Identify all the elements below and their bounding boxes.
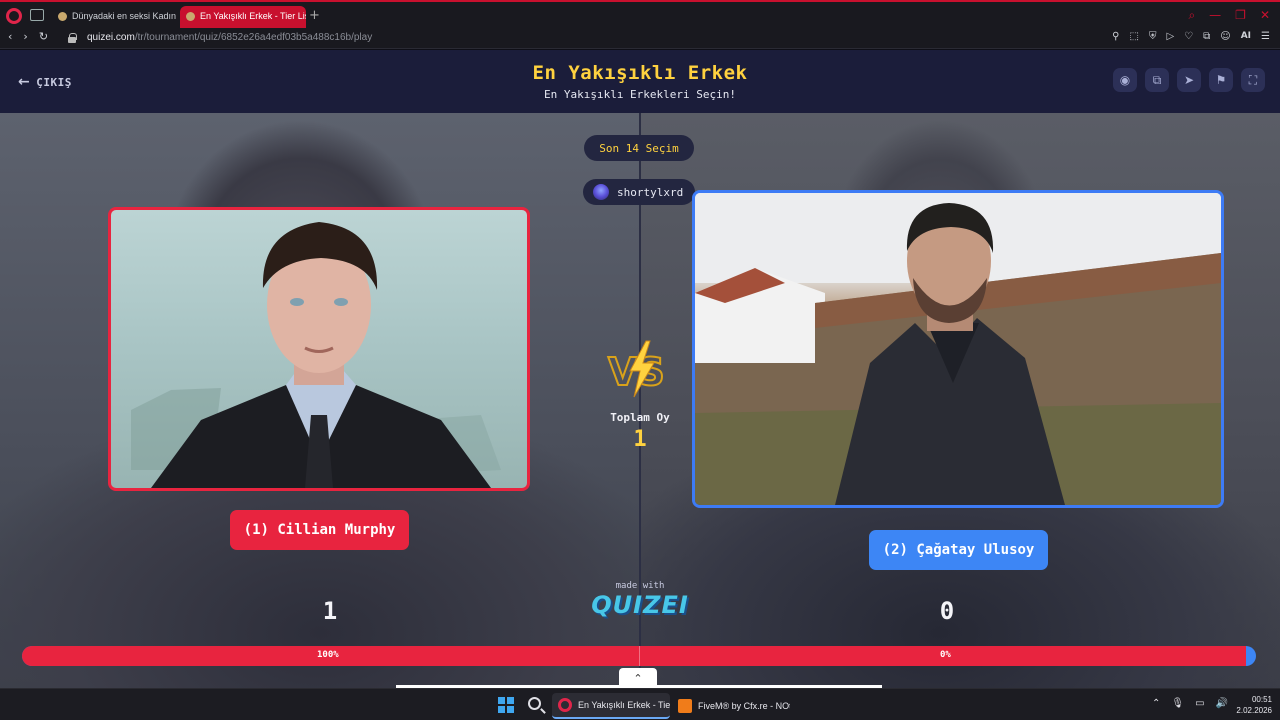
round-badge: Son 14 Seçim bbox=[584, 135, 694, 161]
profile-icon[interactable]: ☺ bbox=[1220, 31, 1230, 42]
made-with-label: made with bbox=[615, 581, 665, 591]
extensions-icon[interactable]: ⧉ bbox=[1203, 31, 1210, 42]
taskbar-app-label: En Yakışıklı Erkek - Tier l bbox=[578, 700, 670, 710]
search-icon[interactable] bbox=[528, 697, 541, 710]
total-votes-label: Toplam Oy bbox=[610, 411, 670, 424]
clock-date: 2.02.2026 bbox=[1236, 706, 1272, 715]
site-header: ← ÇIKIŞ En Yakışıklı Erkek En Yakışıklı … bbox=[0, 50, 1280, 113]
total-votes-value: 1 bbox=[633, 427, 647, 452]
chevron-up-icon[interactable]: ⌃ bbox=[1152, 698, 1160, 709]
right-portrait-graphic bbox=[695, 193, 1221, 505]
tab-favicon-icon bbox=[186, 12, 195, 21]
ai-button[interactable]: AI bbox=[1241, 31, 1251, 42]
opera-icon bbox=[558, 698, 572, 712]
heart-icon[interactable]: ♡ bbox=[1184, 31, 1193, 42]
send-icon[interactable]: ➤ bbox=[1177, 68, 1201, 92]
taskbar: En Yakışıklı Erkek - Tier l FiveM® by Cf… bbox=[0, 688, 1280, 720]
shield-icon[interactable]: ⛨ bbox=[1149, 31, 1157, 42]
lock-icon[interactable] bbox=[68, 33, 77, 43]
system-tray: ⌃ 🎙 ▭ 🔊 bbox=[1152, 698, 1228, 709]
back-icon[interactable]: ‹ bbox=[8, 30, 12, 43]
page-subtitle: En Yakışıklı Erkekleri Seçin! bbox=[543, 88, 737, 101]
eye-icon[interactable]: ◉ bbox=[1113, 68, 1137, 92]
quizei-logo[interactable]: QUIZEI bbox=[0, 591, 1280, 619]
nav-buttons: ‹ › ↻ bbox=[8, 30, 48, 43]
new-tab-button[interactable]: + bbox=[309, 8, 320, 23]
tab-label: En Yakışıklı Erkek - Tier Lis bbox=[200, 11, 306, 21]
windows-start-icon[interactable] bbox=[498, 697, 514, 713]
search-tabs-icon[interactable]: ⌕ bbox=[1188, 8, 1195, 23]
url-field[interactable]: quizei.com/tr/tournament/quiz/6852e26a4e… bbox=[87, 32, 372, 43]
vs-icon: VS bbox=[607, 340, 666, 398]
workspaces-icon[interactable] bbox=[30, 9, 44, 21]
avatar bbox=[593, 184, 609, 200]
progress-midline bbox=[639, 646, 640, 666]
left-percent: 100% bbox=[317, 650, 339, 660]
url-path: /tr/tournament/quiz/6852e26a4edf03b5a488… bbox=[134, 32, 373, 43]
fullscreen-icon[interactable]: ⛶ bbox=[1241, 68, 1265, 92]
extension-icons: ⚲ ⬚ ⛨ ▷ ♡ ⧉ ☺ AI ☰ bbox=[1112, 31, 1270, 42]
reload-icon[interactable]: ↻ bbox=[39, 30, 48, 43]
window-controls: ⌕ — ❐ ✕ bbox=[1188, 8, 1270, 23]
left-progress-fill bbox=[22, 646, 1247, 666]
close-icon[interactable]: ✕ bbox=[1260, 8, 1270, 23]
forward-icon[interactable]: › bbox=[23, 30, 27, 43]
play-icon[interactable]: ▷ bbox=[1166, 31, 1174, 42]
right-score: 0 bbox=[939, 597, 955, 625]
opera-menu-icon[interactable] bbox=[6, 8, 22, 24]
tournament-arena: Son 14 Seçim shortylxrd VS Toplam Oy 1 (… bbox=[0, 113, 1280, 688]
taskbar-app-label: FiveM® by Cfx.re - NOt bbox=[698, 701, 790, 711]
fivem-icon bbox=[678, 699, 692, 713]
pin-icon[interactable]: ⚲ bbox=[1112, 31, 1119, 42]
clock-time: 00:51 bbox=[1251, 695, 1272, 704]
maximize-icon[interactable]: ❐ bbox=[1235, 8, 1246, 23]
browser-tab-bar: Dünyadaki en seksi Kadın En Yakışıklı Er… bbox=[0, 0, 1280, 29]
share-icon[interactable]: ⧉ bbox=[1145, 68, 1169, 92]
tab-favicon-icon bbox=[58, 12, 67, 21]
flag-icon[interactable]: ⚑ bbox=[1209, 68, 1233, 92]
tab-label: Dünyadaki en seksi Kadın bbox=[72, 11, 176, 21]
browser-tab-2-active[interactable]: En Yakışıklı Erkek - Tier Lis bbox=[180, 6, 306, 28]
creator-badge[interactable]: shortylxrd bbox=[583, 179, 695, 205]
vote-progress-bar: 100% 0% bbox=[22, 646, 1256, 666]
left-score: 1 bbox=[322, 597, 338, 625]
minimize-icon[interactable]: — bbox=[1209, 8, 1221, 23]
volume-icon[interactable]: 🔊 bbox=[1216, 698, 1228, 709]
display-icon[interactable]: ▭ bbox=[1195, 698, 1204, 709]
username: shortylxrd bbox=[617, 185, 684, 199]
url-host: quizei.com bbox=[87, 32, 135, 43]
clock[interactable]: 00:51 2.02.2026 bbox=[1236, 694, 1272, 716]
header-actions: ◉ ⧉ ➤ ⚑ ⛶ bbox=[1113, 68, 1265, 92]
vote-right-button[interactable]: (2) Çağatay Ulusoy bbox=[869, 530, 1048, 570]
address-bar: ‹ › ↻ quizei.com/tr/tournament/quiz/6852… bbox=[0, 29, 1280, 49]
right-percent: 0% bbox=[940, 650, 951, 660]
taskbar-app-opera[interactable]: En Yakışıklı Erkek - Tier l bbox=[552, 693, 670, 719]
easy-setup-icon[interactable]: ☰ bbox=[1261, 31, 1270, 42]
page-title: En Yakışıklı Erkek bbox=[532, 62, 748, 84]
microphone-icon[interactable]: 🎙 bbox=[1171, 698, 1184, 709]
taskbar-app-fivem[interactable]: FiveM® by Cfx.re - NOt bbox=[672, 693, 790, 719]
vote-left-button[interactable]: (1) Cillian Murphy bbox=[230, 510, 409, 550]
snapshot-icon[interactable]: ⬚ bbox=[1130, 31, 1139, 42]
browser-tab-1[interactable]: Dünyadaki en seksi Kadın bbox=[52, 6, 176, 28]
right-candidate-photo[interactable] bbox=[692, 190, 1224, 508]
